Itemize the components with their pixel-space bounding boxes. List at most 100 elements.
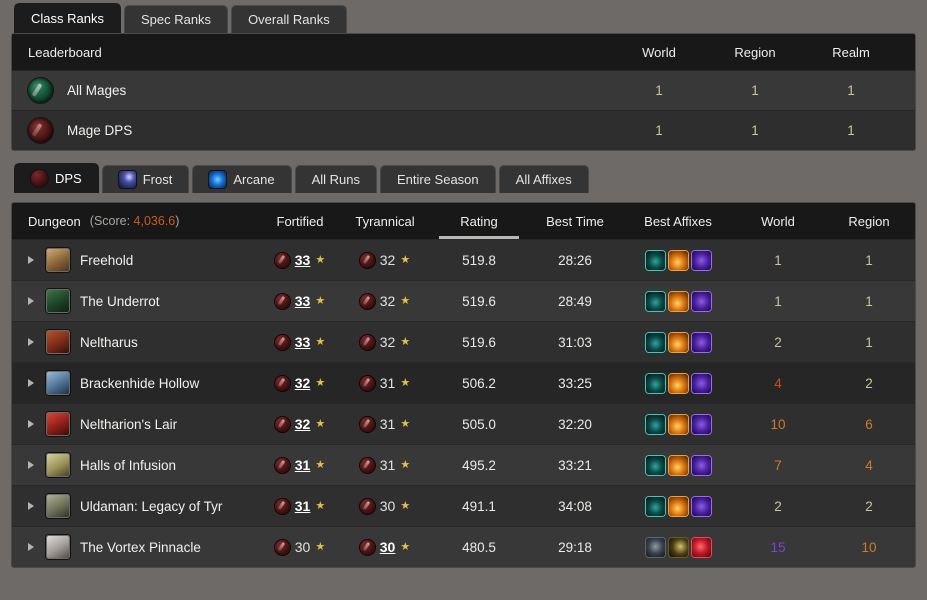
fortified-affix-icon[interactable] (692, 292, 711, 311)
bursting-affix-icon[interactable] (692, 538, 711, 557)
expand-caret-icon[interactable] (28, 256, 34, 264)
expand-caret-icon[interactable] (28, 379, 34, 387)
tyrannical-cell: 31★ (339, 416, 431, 432)
leaderboard-row[interactable]: Mage DPS111 (12, 110, 915, 150)
column-header-rating[interactable]: Rating (431, 203, 527, 239)
column-header-tyrannical[interactable]: Tyrannical (339, 203, 431, 239)
fortified-affix-icon[interactable] (692, 497, 711, 516)
frost-spec-icon (119, 171, 136, 188)
fortified-affix-icon[interactable] (692, 374, 711, 393)
leaderboard-rank-region: 1 (707, 123, 803, 138)
storming-affix-icon[interactable] (646, 538, 665, 557)
expand-caret-icon[interactable] (28, 543, 34, 551)
tab-frost[interactable]: Frost (102, 165, 190, 193)
run-row[interactable]: The Underrot33★32★519.628:4911 (12, 280, 915, 321)
run-dungeon-cell: Brackenhide Hollow (28, 371, 261, 395)
run-row[interactable]: Brackenhide Hollow32★31★506.233:2542 (12, 362, 915, 403)
tyrannical-level: 31 (380, 375, 396, 391)
volcanic-affix-icon[interactable] (669, 374, 688, 393)
spec-filter-tabstrip[interactable]: DPSFrostArcane All Runs Entire SeasonAll A… (0, 160, 927, 193)
run-rank-region: 2 (823, 376, 915, 391)
run-rank-world: 2 (733, 499, 823, 514)
star-icon: ★ (400, 296, 410, 307)
star-icon: ★ (315, 419, 325, 430)
run-row[interactable]: Freehold33★32★519.828:2611 (12, 239, 915, 280)
keystone-icon (275, 294, 290, 309)
run-row[interactable]: Halls of Infusion31★31★495.233:2174 (12, 444, 915, 485)
leaderboard-row-label: Mage DPS (67, 123, 132, 138)
tab-all-runs[interactable]: All Runs (295, 165, 377, 193)
dps-role-icon (31, 170, 48, 187)
tab-entire-season[interactable]: Entire Season (380, 165, 496, 193)
entangling-affix-icon[interactable] (646, 374, 665, 393)
fortified-cell: 33★ (261, 334, 339, 350)
run-row[interactable]: Uldaman: Legacy of Tyr31★30★491.134:0822 (12, 485, 915, 526)
tab-overall-ranks[interactable]: Overall Ranks (231, 5, 347, 33)
run-row[interactable]: The Vortex Pinnacle30★30★480.529:181510 (12, 526, 915, 567)
volcanic-affix-icon[interactable] (669, 333, 688, 352)
entangling-affix-icon[interactable] (646, 456, 665, 475)
star-icon: ★ (400, 419, 410, 430)
fortified-cell: 32★ (261, 375, 339, 391)
expand-caret-icon[interactable] (28, 420, 34, 428)
run-row[interactable]: Neltharion's Lair32★31★505.032:20106 (12, 403, 915, 444)
column-header-fortified[interactable]: Fortified (261, 203, 339, 239)
volcanic-affix-icon[interactable] (669, 251, 688, 270)
column-header-region[interactable]: Region (823, 203, 915, 239)
fortified-affix-icon[interactable] (692, 456, 711, 475)
entangling-affix-icon[interactable] (646, 292, 665, 311)
run-dungeon-cell: Neltharion's Lair (28, 412, 261, 436)
leaderboard-panel: Leaderboard World Region Realm All Mages… (11, 33, 916, 151)
column-header-best-time[interactable]: Best Time (527, 203, 623, 239)
arcane-spec-icon (209, 171, 226, 188)
tab-class-ranks[interactable]: Class Ranks (14, 3, 121, 33)
score-summary: (Score: 4,036.6) (90, 214, 180, 228)
expand-caret-icon[interactable] (28, 461, 34, 469)
volcanic-affix-icon[interactable] (669, 415, 688, 434)
column-header-region[interactable]: Region (707, 45, 803, 60)
entangling-affix-icon[interactable] (646, 415, 665, 434)
entangling-affix-icon[interactable] (646, 333, 665, 352)
tyrannical-level: 32 (380, 252, 396, 268)
fortified-cell: 32★ (261, 416, 339, 432)
entangling-affix-icon[interactable] (646, 251, 665, 270)
keystone-icon (360, 253, 375, 268)
column-header-world[interactable]: World (611, 45, 707, 60)
tab-all-affixes[interactable]: All Affixes (499, 165, 589, 193)
keystone-icon (275, 499, 290, 514)
column-header-dungeon[interactable]: Dungeon (28, 214, 81, 229)
column-header-realm[interactable]: Realm (803, 45, 899, 60)
fortified-affix-icon[interactable] (692, 415, 711, 434)
tab-dps[interactable]: DPS (14, 163, 99, 193)
volcanic-affix-icon[interactable] (669, 497, 688, 516)
tyrannical-level: 32 (380, 293, 396, 309)
run-rank-region: 6 (823, 417, 915, 432)
tab-label: All Runs (312, 172, 360, 187)
dungeon-icon (46, 535, 70, 559)
leaderboard-row[interactable]: All Mages111 (12, 70, 915, 110)
tab-arcane[interactable]: Arcane (192, 165, 291, 193)
class-ranks-tabstrip[interactable]: Class RanksSpec RanksOverall Ranks (0, 0, 927, 33)
dungeon-name: Freehold (80, 253, 133, 268)
entangling-affix-icon[interactable] (646, 497, 665, 516)
keystone-icon (275, 335, 290, 350)
tyrannical-cell: 31★ (339, 457, 431, 473)
fortified-affix-icon[interactable] (692, 333, 711, 352)
run-best-time: 29:18 (527, 540, 623, 555)
expand-caret-icon[interactable] (28, 502, 34, 510)
star-icon: ★ (400, 378, 410, 389)
column-header-best-affixes[interactable]: Best Affixes (623, 203, 733, 239)
column-header-world[interactable]: World (733, 203, 823, 239)
fortified-affix-icon[interactable] (692, 251, 711, 270)
expand-caret-icon[interactable] (28, 338, 34, 346)
volcanic-affix-icon[interactable] (669, 292, 688, 311)
run-row[interactable]: Neltharus33★32★519.631:0321 (12, 321, 915, 362)
tab-spec-ranks[interactable]: Spec Ranks (124, 5, 228, 33)
run-rank-region: 1 (823, 253, 915, 268)
runs-table-body: Freehold33★32★519.828:2611The Underrot33… (12, 239, 915, 567)
volcanic-affix-icon[interactable] (669, 456, 688, 475)
fortified-level: 32 (295, 375, 311, 391)
affix-list (646, 497, 711, 516)
spiteful-affix-icon[interactable] (669, 538, 688, 557)
expand-caret-icon[interactable] (28, 297, 34, 305)
